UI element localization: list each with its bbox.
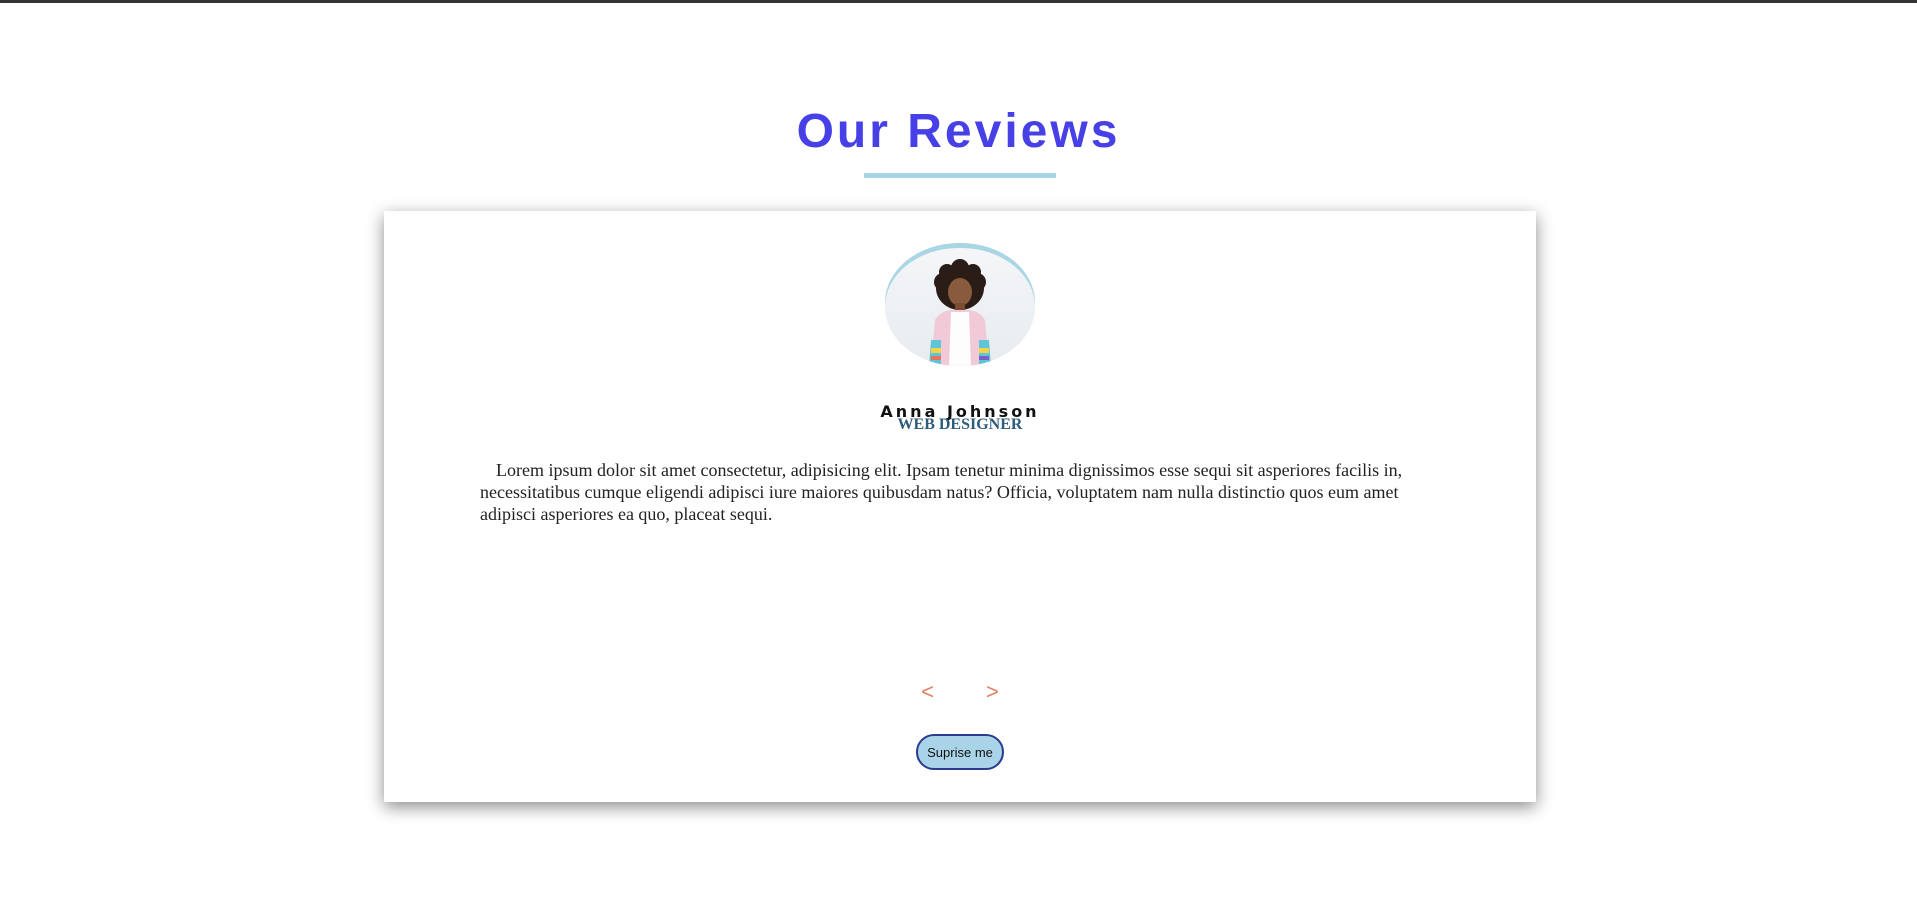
reviewer-job: WEB DESIGNER: [897, 416, 1023, 433]
section-title: Our Reviews: [796, 105, 1121, 158]
navigation-buttons: < >: [384, 679, 1536, 705]
avatar-container: [885, 243, 1035, 366]
title-underline: [864, 173, 1056, 178]
person-photo: [929, 259, 991, 366]
prev-button[interactable]: <: [921, 679, 934, 705]
avatar: [885, 248, 1035, 366]
surprise-me-button[interactable]: Suprise me: [916, 734, 1004, 770]
next-button[interactable]: >: [986, 679, 999, 705]
review-card: Anna Johnson WEB DESIGNER Lorem ipsum do…: [384, 211, 1536, 802]
review-text: Lorem ipsum dolor sit amet consectetur, …: [480, 460, 1403, 524]
top-border: [0, 0, 1917, 3]
